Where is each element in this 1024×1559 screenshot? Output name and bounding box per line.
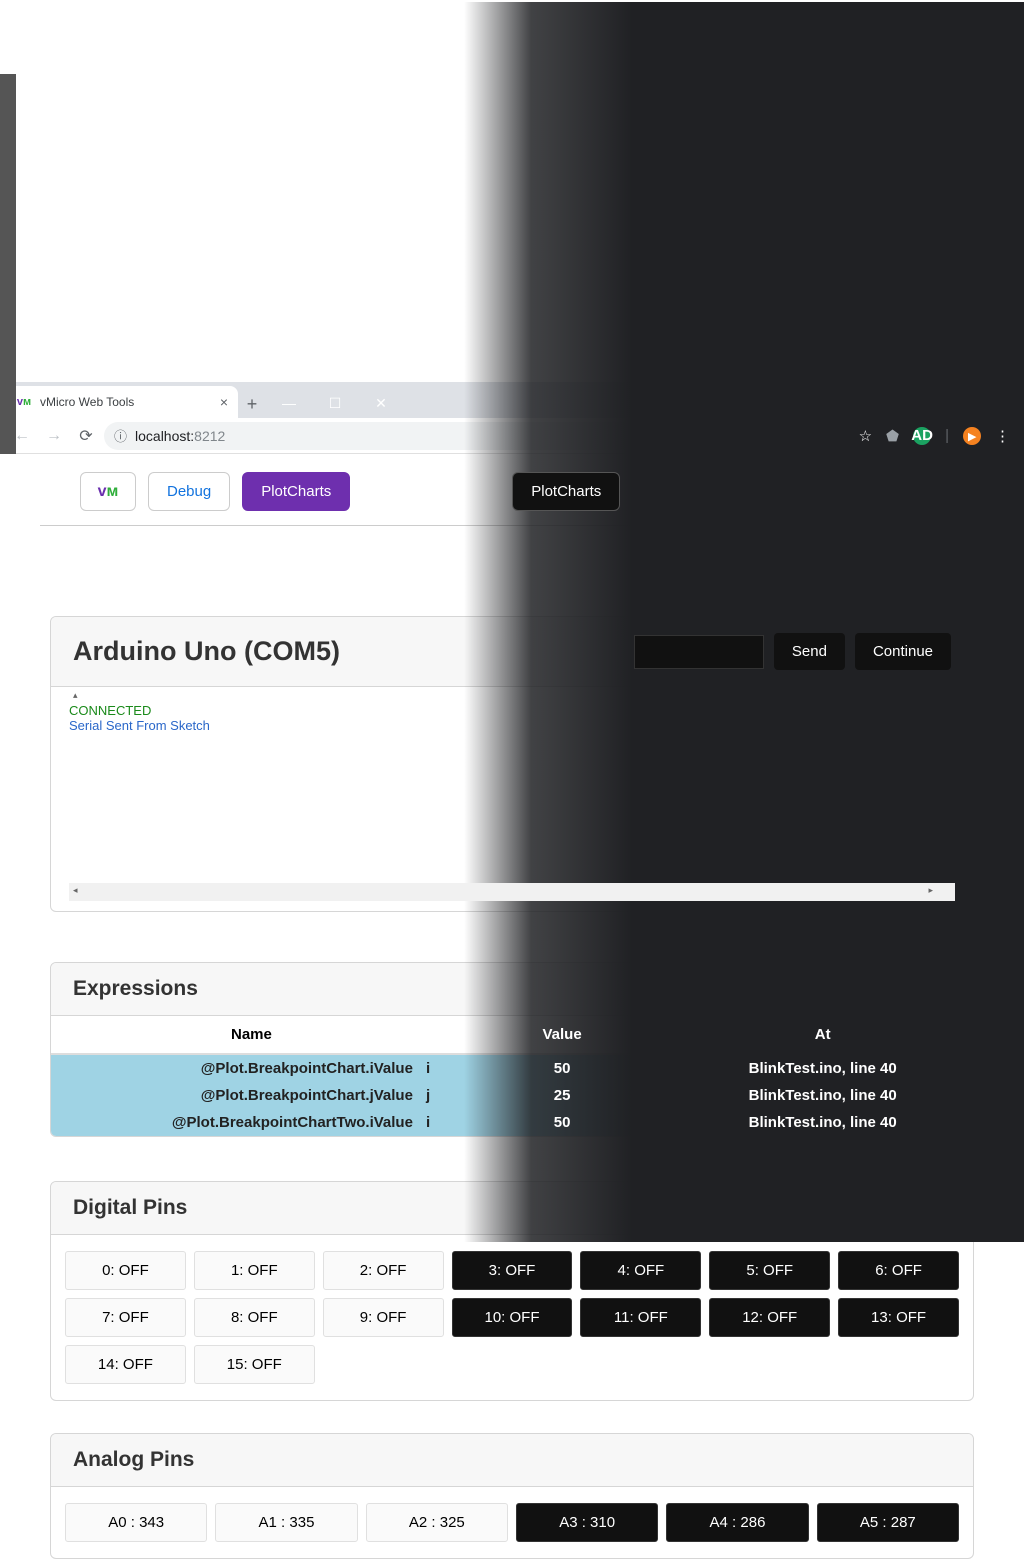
col-name: Name [51, 1016, 452, 1054]
expression-row[interactable]: @Plot.BreakpointChartTwo.iValuei50BlinkT… [51, 1109, 973, 1136]
analog-pins-title: Analog Pins [51, 1434, 973, 1487]
digital-pin[interactable]: 8: OFF [194, 1298, 315, 1337]
digital-pin[interactable]: 5: OFF [709, 1251, 830, 1290]
forward-icon[interactable]: → [40, 422, 68, 450]
plotcharts-button[interactable]: PlotCharts [242, 472, 350, 511]
serial-message: Serial Sent From Sketch [69, 718, 955, 733]
maximize-icon[interactable]: ☐ [312, 388, 358, 418]
console-horizontal-scrollbar[interactable] [69, 883, 955, 901]
digital-pins-title: Digital Pins [51, 1182, 973, 1235]
digital-pin[interactable]: 12: OFF [709, 1298, 830, 1337]
expression-row[interactable]: @Plot.BreakpointChart.jValuej25BlinkTest… [51, 1082, 973, 1109]
url-host: localhost:8212 [135, 428, 225, 444]
logo-icon: vᴍ [95, 482, 121, 502]
browser-menu-icon[interactable]: ⋮ [995, 427, 1010, 445]
digital-pin[interactable]: 7: OFF [65, 1298, 186, 1337]
tab-title: vMicro Web Tools [40, 395, 134, 409]
analog-pin[interactable]: A2 : 325 [366, 1503, 508, 1542]
digital-pin[interactable]: 0: OFF [65, 1251, 186, 1290]
minimize-icon[interactable]: ― [266, 388, 312, 418]
continue-button[interactable]: Continue [855, 633, 951, 670]
plotcharts-button-dark[interactable]: PlotCharts [512, 472, 620, 511]
analog-pins-card: Analog Pins A0 : 343A1 : 335A2 : 325A3 :… [50, 1433, 974, 1559]
analog-pin[interactable]: A1 : 335 [215, 1503, 357, 1542]
arduino-card: Arduino Uno (COM5) Send Continue CONNECT… [50, 616, 974, 912]
ad-badge-icon[interactable]: AD [913, 427, 931, 445]
digital-pin[interactable]: 9: OFF [323, 1298, 444, 1337]
send-button[interactable]: Send [774, 633, 845, 670]
analog-pin[interactable]: A3 : 310 [516, 1503, 658, 1542]
debug-button[interactable]: Debug [148, 472, 230, 511]
favicon-icon: vᴍ [16, 394, 32, 410]
digital-pin[interactable]: 1: OFF [194, 1251, 315, 1290]
reload-icon[interactable]: ⟳ [72, 422, 100, 450]
digital-pin[interactable]: 3: OFF [452, 1251, 573, 1290]
extension-icon[interactable]: ⬟ [886, 427, 899, 445]
digital-pin[interactable]: 13: OFF [838, 1298, 959, 1337]
close-tab-icon[interactable]: × [220, 394, 228, 410]
expression-row[interactable]: @Plot.BreakpointChart.iValuei50BlinkTest… [51, 1054, 973, 1082]
analog-pin[interactable]: A0 : 343 [65, 1503, 207, 1542]
digital-pin[interactable]: 4: OFF [580, 1251, 701, 1290]
digital-pin[interactable]: 11: OFF [580, 1298, 701, 1337]
logo-button[interactable]: vᴍ [80, 472, 136, 511]
avast-icon[interactable]: ▸ [963, 427, 981, 445]
star-icon[interactable]: ☆ [859, 427, 872, 445]
analog-pin[interactable]: A4 : 286 [666, 1503, 808, 1542]
site-info-icon[interactable]: ⓘ [114, 426, 127, 445]
digital-pin[interactable]: 15: OFF [194, 1345, 315, 1384]
address-bar[interactable]: ⓘ localhost:8212 [104, 422, 849, 450]
arduino-title: Arduino Uno (COM5) [73, 636, 340, 667]
digital-pin[interactable]: 6: OFF [838, 1251, 959, 1290]
browser-tab[interactable]: vᴍ vMicro Web Tools × [6, 386, 238, 418]
close-window-icon[interactable]: ✕ [358, 388, 404, 418]
expressions-card: Expressions Name Value At @Plot.Breakpoi… [50, 962, 974, 1137]
digital-pin[interactable]: 14: OFF [65, 1345, 186, 1384]
send-input[interactable] [634, 635, 764, 669]
digital-pin[interactable]: 10: OFF [452, 1298, 573, 1337]
new-tab-button[interactable]: + [238, 390, 266, 418]
analog-pin[interactable]: A5 : 287 [817, 1503, 959, 1542]
digital-pin[interactable]: 2: OFF [323, 1251, 444, 1290]
col-at: At [672, 1016, 973, 1054]
page-scrollbar[interactable] [0, 74, 16, 454]
digital-pins-card: Digital Pins 0: OFF1: OFF2: OFF3: OFF4: … [50, 1181, 974, 1401]
connection-status: CONNECTED [69, 703, 955, 718]
expressions-title: Expressions [51, 963, 973, 1016]
col-value: Value [452, 1016, 672, 1054]
